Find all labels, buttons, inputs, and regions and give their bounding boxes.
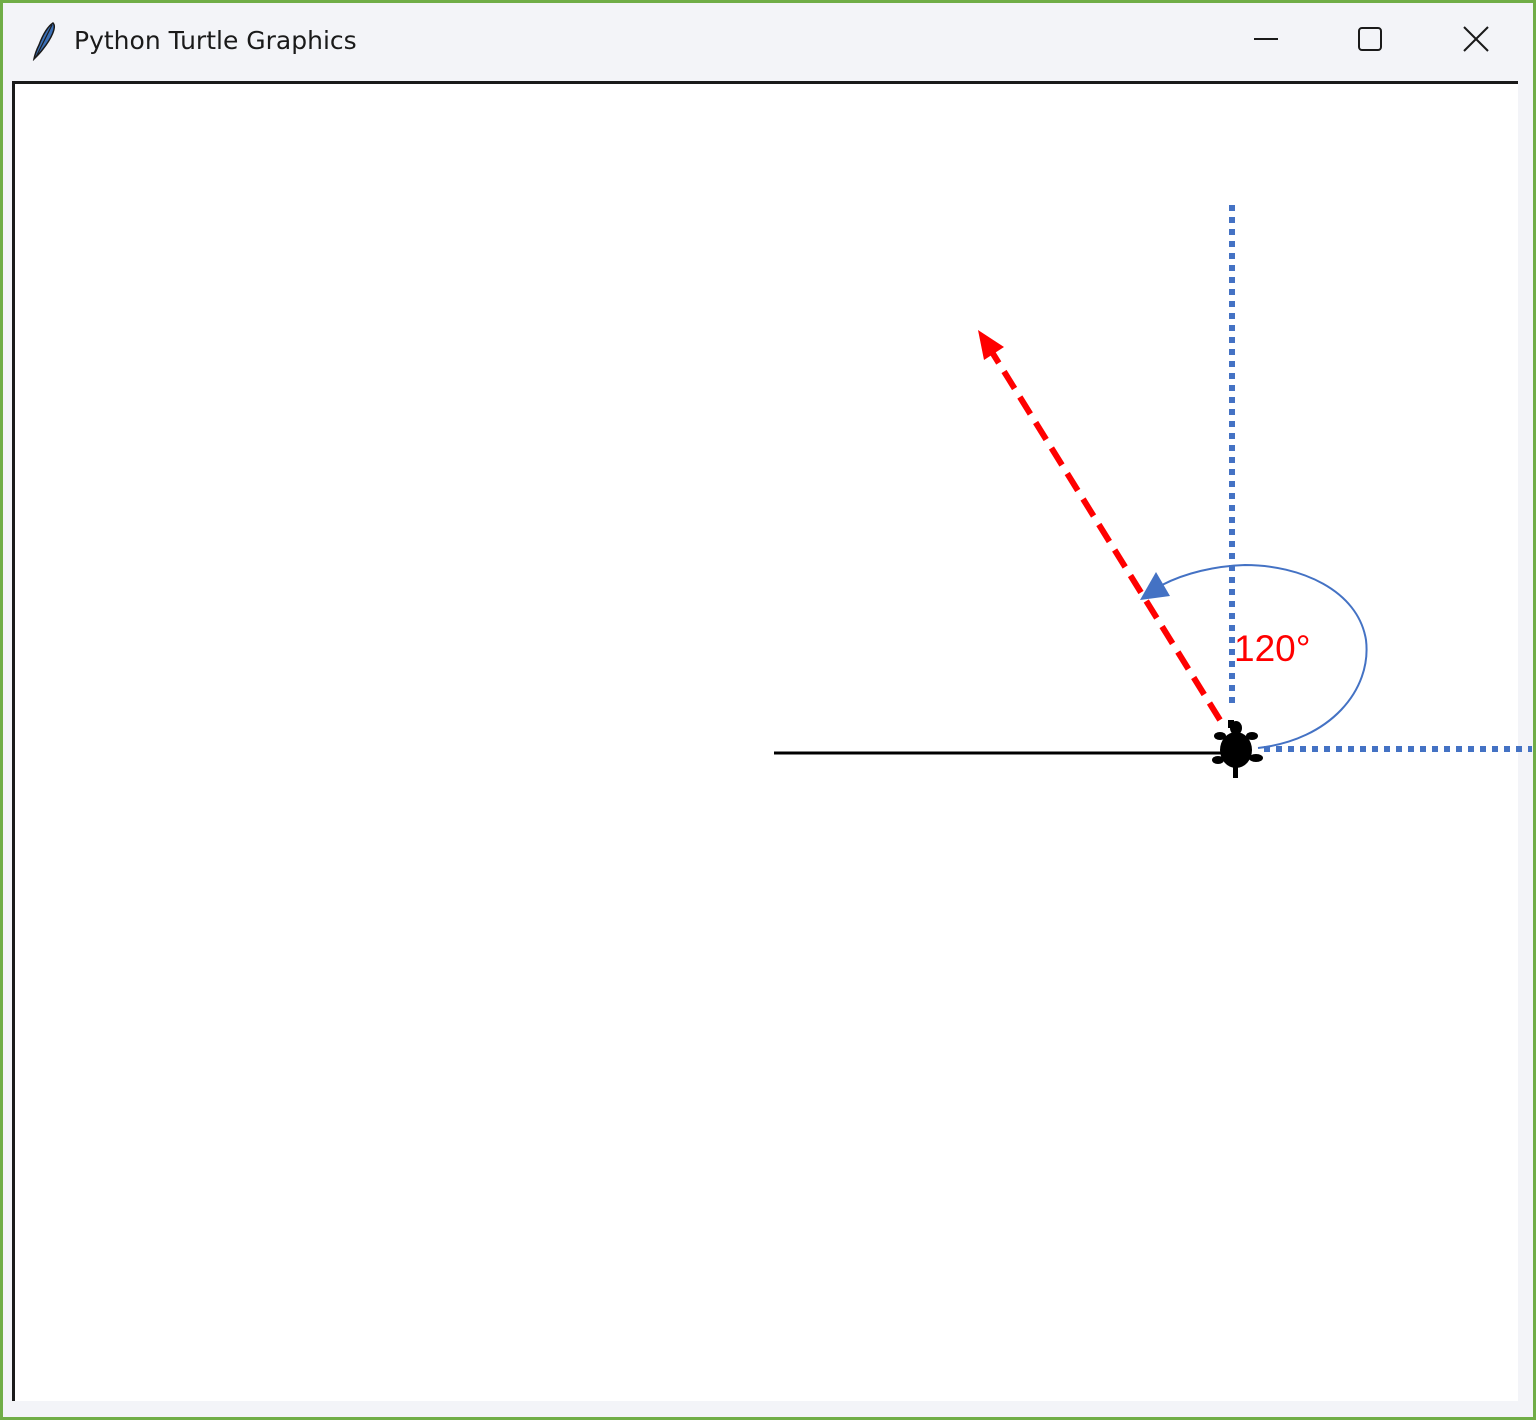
maximize-icon [1358,27,1382,51]
minimize-button[interactable] [1214,3,1318,75]
turtle-canvas[interactable] [12,81,1518,1401]
close-icon [1463,26,1489,52]
title-bar[interactable]: Python Turtle Graphics [3,3,1533,83]
close-button[interactable] [1424,3,1528,75]
angle-label: 120° [1234,628,1311,669]
minimize-icon [1254,38,1278,40]
maximize-button[interactable] [1318,3,1422,75]
window-title: Python Turtle Graphics [74,26,357,55]
feather-icon [32,22,55,61]
